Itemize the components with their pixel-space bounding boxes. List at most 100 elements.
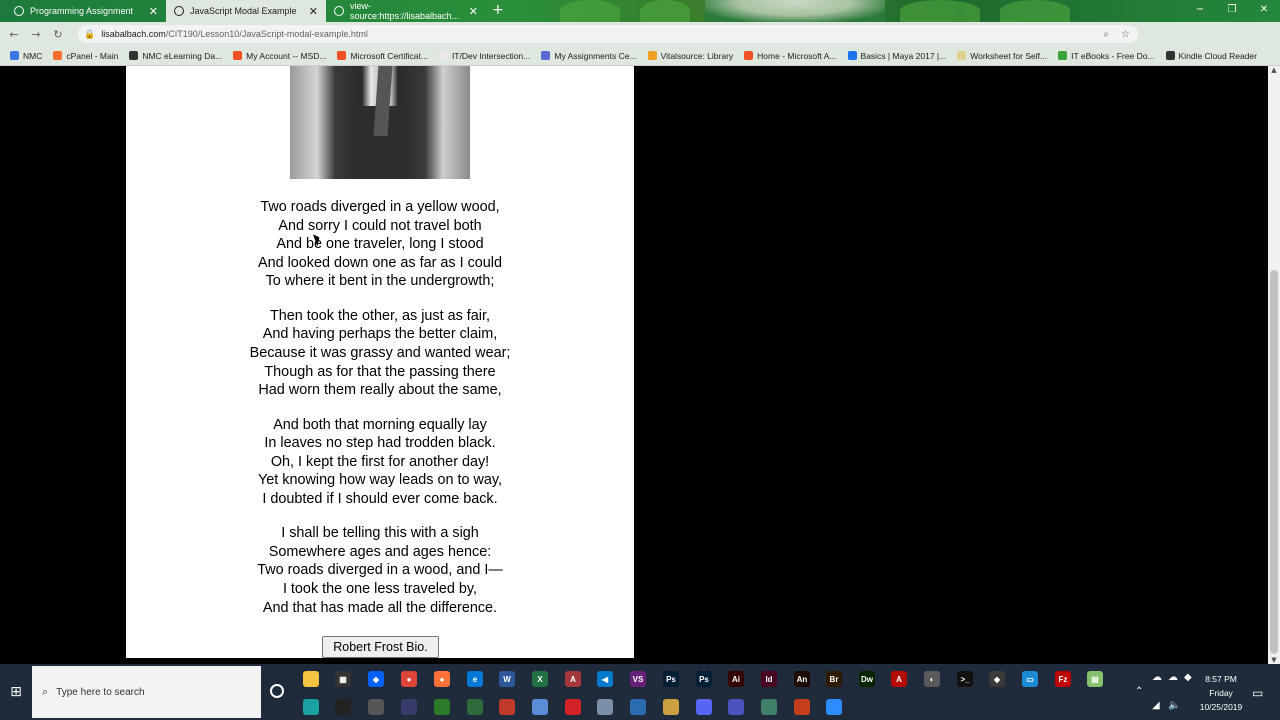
bookmark-item[interactable]: NMC eLearning Da... — [129, 51, 222, 61]
bookmark-item[interactable]: IT/Dev Intersection... — [438, 51, 530, 61]
bookmark-item[interactable]: My Account -- MSD... — [233, 51, 326, 61]
indesign-icon[interactable]: Id — [761, 671, 777, 687]
background-artwork — [705, 0, 885, 22]
scroll-up-icon[interactable]: ▲ — [1268, 66, 1280, 74]
word-icon[interactable]: W — [499, 671, 515, 687]
dropbox-icon[interactable]: ◆ — [368, 671, 384, 687]
cloud-icon[interactable]: ☁ — [1168, 672, 1178, 683]
taskbar-app-icon[interactable] — [630, 699, 646, 715]
cortana-icon[interactable] — [270, 684, 284, 698]
notifications-icon[interactable]: ▭ — [1252, 686, 1263, 700]
scrollbar-thumb[interactable] — [1270, 270, 1278, 654]
poem-stanza: Then took the other, as just as fair, And… — [126, 307, 634, 400]
taskbar-app-icon[interactable] — [597, 699, 613, 715]
animate-icon[interactable]: An — [794, 671, 810, 687]
bookmark-item[interactable]: NMC — [10, 51, 42, 61]
onedrive-icon[interactable]: ☁ — [1152, 672, 1162, 683]
back-arrow-icon[interactable]: ← — [3, 28, 25, 41]
windows-start-icon[interactable]: ⊞ — [0, 664, 32, 720]
maximize-button[interactable]: ❐ — [1216, 0, 1248, 22]
bookmark-item[interactable]: cPanel - Main — [53, 51, 118, 61]
firefox-icon[interactable]: ● — [434, 671, 450, 687]
bookmark-item[interactable]: Home - Microsoft A... — [744, 51, 837, 61]
bookmark-item[interactable]: My Assignments Ce... — [541, 51, 637, 61]
app-icon[interactable]: ◐ — [924, 671, 940, 687]
poem-stanza: Two roads diverged in a yellow wood, And … — [126, 198, 634, 291]
taskbar-app-icon[interactable] — [434, 699, 450, 715]
reload-icon[interactable]: ↻ — [47, 28, 69, 41]
chrome-icon[interactable]: ● — [401, 671, 417, 687]
taskbar-app-icon[interactable] — [368, 699, 384, 715]
modal-content: Two roads diverged in a yellow wood, And … — [126, 66, 634, 658]
forward-arrow-icon[interactable]: → — [25, 28, 47, 41]
volume-icon[interactable]: 🔈 — [1168, 700, 1180, 711]
robert-frost-portrait — [290, 66, 470, 179]
bookmark-item[interactable]: Worksheet for Self... — [957, 51, 1047, 61]
scroll-down-icon[interactable]: ▼ — [1268, 656, 1280, 664]
taskbar-search-box[interactable]: ⌕ Type here to search — [32, 666, 261, 718]
dreamweaver-icon[interactable]: Dw — [859, 671, 875, 687]
lock-icon[interactable]: 🔒 — [84, 29, 95, 40]
tab-programming-assignment[interactable]: Programming Assignment ✕ — [6, 0, 166, 22]
taskbar-app-icon[interactable] — [696, 699, 712, 715]
filezilla-icon[interactable]: Fz — [1055, 671, 1071, 687]
illustrator-icon[interactable]: Ai — [728, 671, 744, 687]
taskbar-app-icon[interactable] — [401, 699, 417, 715]
taskbar-app-icon[interactable] — [303, 699, 319, 715]
visual-studio-icon[interactable]: VS — [630, 671, 646, 687]
calculator-icon[interactable]: ▦ — [335, 671, 351, 687]
tab-javascript-modal-example[interactable]: JavaScript Modal Example ✕ — [166, 0, 326, 22]
robert-frost-bio-button[interactable]: Robert Frost Bio. — [322, 636, 439, 658]
globe-icon — [334, 6, 344, 16]
taskbar-app-icon[interactable] — [794, 699, 810, 715]
taskbar-app-icon[interactable] — [663, 699, 679, 715]
edge-icon[interactable]: e — [467, 671, 483, 687]
close-icon[interactable]: ✕ — [469, 5, 478, 18]
taskbar-app-icon[interactable] — [532, 699, 548, 715]
bookmark-label: Kindle Cloud Reader — [1178, 50, 1257, 61]
page-scrollbar[interactable]: ▲ ▼ — [1268, 66, 1280, 664]
taskbar-app-icon[interactable] — [728, 699, 744, 715]
notepad-icon[interactable]: ▤ — [1087, 671, 1103, 687]
taskbar-app-icon[interactable] — [565, 699, 581, 715]
terminal-icon[interactable]: >_ — [957, 671, 973, 687]
network-icon[interactable]: ◢ — [1152, 700, 1160, 711]
taskbar-app-icon[interactable] — [761, 699, 777, 715]
taskbar-app-icon[interactable] — [826, 699, 842, 715]
acrobat-icon[interactable]: A — [891, 671, 907, 687]
photoshop2-icon[interactable]: Ps — [696, 671, 712, 687]
bookmark-item[interactable]: Kindle Cloud Reader — [1165, 50, 1257, 61]
zoom-icon[interactable]: ⌕ — [1103, 29, 1109, 40]
tab-label: view-source:https://lisabalbach... — [350, 1, 460, 21]
access-icon[interactable]: A — [565, 671, 581, 687]
tab-view-source[interactable]: view-source:https://lisabalbach... ✕ — [326, 0, 486, 22]
address-bar[interactable]: 🔒 lisabalbach.com/CIT190/Lesson10/JavaSc… — [78, 25, 1138, 43]
background-leaf — [1000, 0, 1070, 22]
minimize-button[interactable]: − — [1184, 0, 1216, 22]
file-explorer-icon[interactable] — [303, 671, 319, 687]
taskbar-app-icon[interactable] — [335, 699, 351, 715]
dropbox-tray-icon[interactable]: ◆ — [1184, 672, 1192, 683]
taskbar-clock[interactable]: 8:57 PM Friday 10/25/2019 — [1196, 672, 1246, 714]
taskbar-app-icon[interactable] — [467, 699, 483, 715]
vscode-icon[interactable]: ◀ — [597, 671, 613, 687]
app2-icon[interactable]: ◆ — [989, 671, 1005, 687]
bookmark-item[interactable]: Microsoft Certificat... — [337, 51, 428, 61]
browser-toolbar: ← → ↻ 🔒 lisabalbach.com/CIT190/Lesson10/… — [0, 22, 1280, 60]
bookmark-item[interactable]: Basics | Maya 2017 |... — [847, 51, 946, 61]
close-window-button[interactable]: ✕ — [1248, 0, 1280, 22]
new-tab-button[interactable]: + — [492, 2, 504, 18]
excel-icon[interactable]: X — [532, 671, 548, 687]
bridge-icon[interactable]: Br — [826, 671, 842, 687]
bookmark-item[interactable]: Vitalsource: Library — [647, 51, 733, 61]
close-icon[interactable]: ✕ — [309, 5, 318, 18]
bookmark-star-icon[interactable]: ☆ — [1121, 29, 1130, 40]
poem-line: I doubted if I should ever come back. — [262, 490, 498, 507]
show-hidden-icons-icon[interactable]: ⌃ — [1135, 686, 1143, 697]
taskbar-app-icon[interactable] — [499, 699, 515, 715]
close-icon[interactable]: ✕ — [149, 5, 158, 18]
photoshop-icon[interactable]: Ps — [663, 671, 679, 687]
app3-icon[interactable]: ▭ — [1022, 671, 1038, 687]
bookmark-item[interactable]: IT eBooks - Free Do... — [1058, 51, 1155, 61]
bookmark-label: Worksheet for Self... — [970, 50, 1048, 61]
